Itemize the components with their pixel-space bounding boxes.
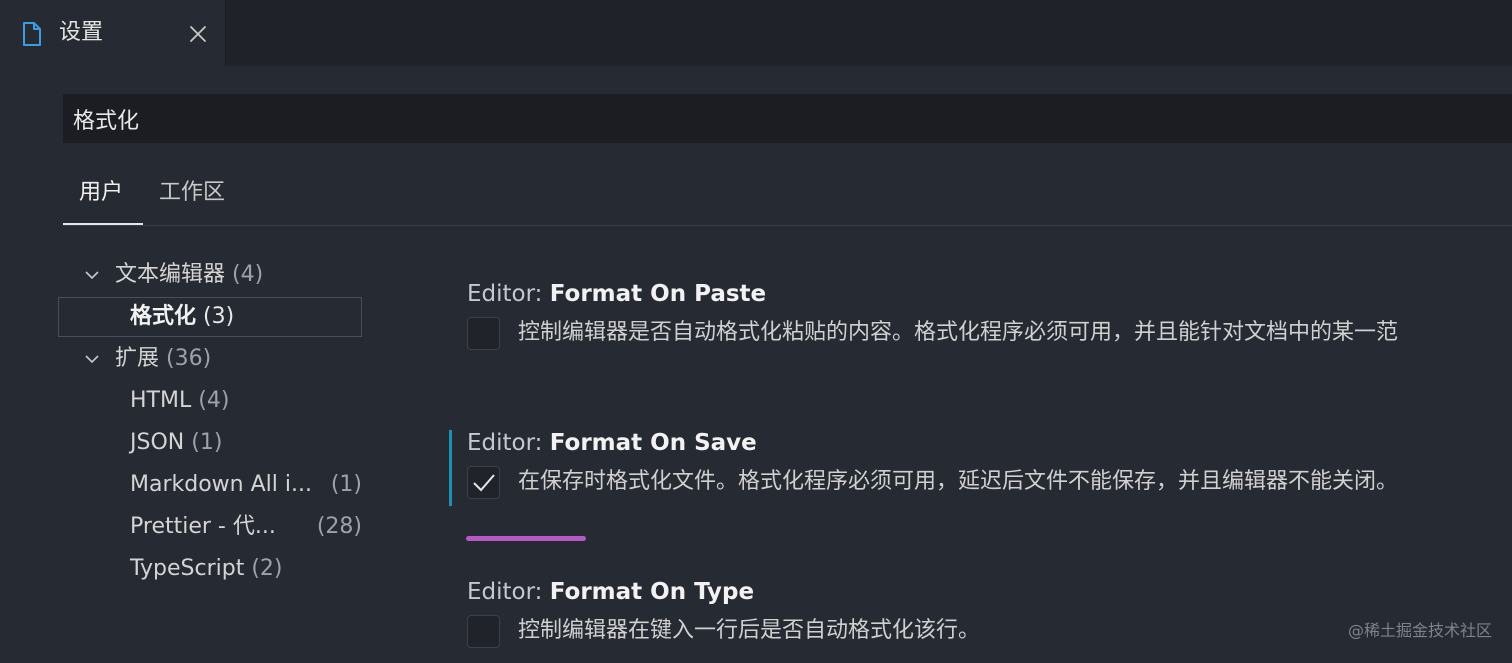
- setting-category: Editor:: [467, 579, 550, 605]
- toc-item-html[interactable]: HTML (4): [130, 381, 229, 421]
- setting-description: 控制编辑器在键入一行后是否自动格式化该行。: [518, 618, 981, 643]
- modified-indicator: [449, 430, 452, 506]
- toc-item-prettier[interactable]: Prettier - 代... (28): [130, 507, 362, 547]
- setting-category: Editor:: [467, 281, 550, 307]
- setting-name: Format On Type: [549, 579, 755, 605]
- watermark: @稀土掘金技术社区: [1347, 621, 1492, 640]
- toc-item-formatting[interactable]: 格式化 (3): [130, 297, 234, 337]
- file-icon: [20, 21, 44, 47]
- tab-title: 设置: [59, 20, 104, 45]
- toc-label: JSON: [130, 430, 185, 455]
- setting-title: Editor: Format On Type: [467, 577, 754, 607]
- toc-count: (4): [198, 388, 230, 413]
- active-tab-underline: [63, 223, 143, 225]
- search-input[interactable]: [63, 94, 1512, 143]
- setting-name: Format On Save: [549, 430, 757, 456]
- toc-item-markdown[interactable]: Markdown All i... (1): [130, 465, 362, 505]
- toc-item-json[interactable]: JSON (1): [130, 423, 222, 463]
- toc-label: HTML: [130, 388, 192, 413]
- toc-item-text-editor[interactable]: 文本编辑器 (4): [84, 255, 263, 295]
- format-on-save-checkbox[interactable]: [467, 466, 500, 499]
- settings-search-field[interactable]: [63, 94, 1512, 143]
- setting-description: 控制编辑器是否自动格式化粘贴的内容。格式化程序必须可用，并且能针对文档中的某一范: [518, 320, 1399, 345]
- toc-count: (1): [330, 472, 362, 497]
- settings-tab[interactable]: 设置: [0, 0, 226, 66]
- toc-label: Prettier - 代...: [130, 514, 276, 539]
- toc-label: TypeScript: [130, 556, 245, 581]
- format-on-paste-checkbox[interactable]: [467, 317, 500, 350]
- chevron-down-icon: [85, 271, 99, 280]
- setting-title: Editor: Format On Save: [467, 428, 757, 458]
- toc-count: (1): [191, 430, 223, 455]
- checkmark-icon: [473, 474, 495, 492]
- toc-item-typescript[interactable]: TypeScript (2): [130, 549, 283, 589]
- toc-item-extensions[interactable]: 扩展 (36): [84, 339, 211, 379]
- toc-count: (4): [232, 262, 264, 287]
- toc-count: (3): [203, 304, 235, 329]
- setting-title: Editor: Format On Paste: [467, 279, 766, 309]
- tab-workspace[interactable]: 工作区: [159, 178, 225, 208]
- toc-count: (2): [251, 556, 283, 581]
- setting-category: Editor:: [467, 430, 550, 456]
- toc-label: 文本编辑器: [115, 262, 226, 287]
- toc-label: 格式化: [130, 304, 197, 329]
- scope-tabs: 用户 工作区: [63, 172, 1512, 226]
- tab-user[interactable]: 用户: [79, 178, 123, 208]
- chevron-down-icon: [85, 355, 99, 364]
- toc-label: 扩展: [115, 346, 160, 371]
- toc-label: Markdown All i...: [130, 472, 312, 497]
- close-icon[interactable]: [186, 22, 210, 46]
- editor-tab-bar: 设置: [0, 0, 1512, 66]
- toc-count: (36): [166, 346, 212, 371]
- setting-description: 在保存时格式化文件。格式化程序必须可用，延迟后文件不能保存，并且编辑器不能关闭。: [518, 469, 1399, 494]
- toc-count: (28): [316, 514, 362, 539]
- setting-name: Format On Paste: [549, 281, 767, 307]
- accent-divider: [466, 536, 586, 541]
- format-on-type-checkbox[interactable]: [467, 615, 500, 648]
